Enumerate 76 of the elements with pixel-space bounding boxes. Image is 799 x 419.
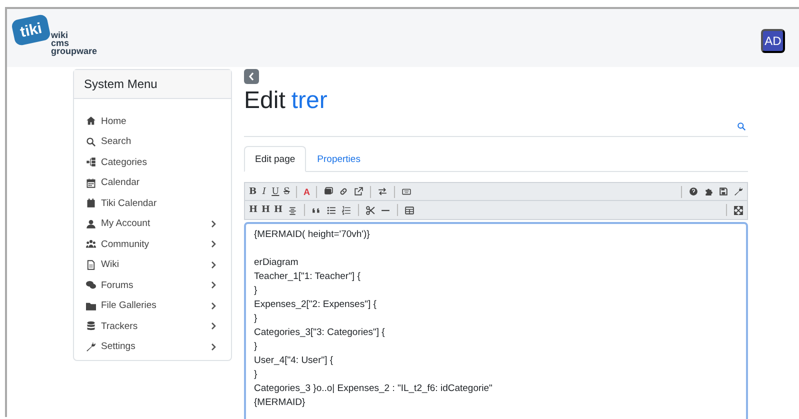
code-line: } xyxy=(254,312,258,326)
puzzle-icon[interactable] xyxy=(704,187,713,196)
chevron-right-icon[interactable] xyxy=(211,281,217,290)
code-line: {MERMAID} xyxy=(254,396,306,410)
home-icon xyxy=(86,116,96,126)
back-button[interactable] xyxy=(244,69,259,84)
menu-item[interactable]: Settings xyxy=(101,341,206,352)
menu-item[interactable]: My Account xyxy=(101,218,206,230)
chevron-right-icon[interactable] xyxy=(211,260,217,269)
menu-item[interactable]: Trackers xyxy=(101,320,206,332)
calendar-icon xyxy=(86,178,96,188)
database-icon xyxy=(86,321,96,332)
chevron-right-icon[interactable] xyxy=(211,240,217,248)
comments-icon xyxy=(86,280,96,290)
external-icon[interactable] xyxy=(354,187,364,196)
menu-item[interactable]: Home xyxy=(101,116,217,127)
help-icon[interactable] xyxy=(689,187,698,196)
code-line: Categories_3 }o..o| Expenses_2 : "IL_t2_f6: idCategorie" xyxy=(254,382,494,396)
format-button[interactable]: U xyxy=(270,184,280,198)
numlist-icon[interactable] xyxy=(342,206,351,214)
format-button[interactable]: A xyxy=(302,184,312,198)
quote-icon[interactable] xyxy=(312,206,321,214)
page-name: trer xyxy=(291,86,328,116)
menu-item[interactable]: Search xyxy=(101,136,217,148)
code-line: Teacher_1["1: Teacher"] { xyxy=(254,270,362,284)
users-icon xyxy=(86,239,96,250)
code-line: erDiagram xyxy=(254,256,300,270)
format-button[interactable]: B xyxy=(248,184,258,198)
format-button[interactable]: H xyxy=(260,203,272,217)
format-button[interactable]: S xyxy=(282,184,292,198)
search-icon[interactable] xyxy=(737,122,746,130)
menu-title: System Menu xyxy=(74,70,231,99)
menu-item[interactable]: Forums xyxy=(101,280,206,291)
code-line: {MERMAID( height='70vh')} xyxy=(254,228,371,242)
wrench-icon[interactable] xyxy=(734,187,743,196)
code-line: } xyxy=(254,368,258,382)
chevron-right-icon[interactable] xyxy=(211,342,217,351)
menu-item[interactable]: Tiki Calendar xyxy=(101,198,217,209)
menu-item[interactable]: File Galleries xyxy=(101,300,206,312)
code-line: } xyxy=(254,284,258,298)
fullscreen-icon[interactable] xyxy=(734,206,743,214)
chevron-right-icon[interactable] xyxy=(211,220,217,228)
format-button[interactable]: H xyxy=(248,203,259,217)
menu-item[interactable]: Calendar xyxy=(101,177,217,188)
chevron-right-icon[interactable] xyxy=(211,322,217,330)
user-avatar[interactable]: AD xyxy=(761,29,785,53)
table-icon[interactable] xyxy=(404,206,414,214)
link-icon[interactable] xyxy=(339,187,348,196)
code-line: Categories_3["3: Categories"] { xyxy=(254,326,386,340)
folder-icon xyxy=(86,300,96,311)
search-icon xyxy=(86,136,96,147)
menu-item[interactable]: Wiki xyxy=(101,259,206,270)
tree-icon xyxy=(86,157,96,168)
scissors-icon[interactable] xyxy=(366,206,375,214)
page-title: Edit xyxy=(244,86,286,116)
list-icon[interactable] xyxy=(326,206,336,214)
format-button[interactable]: I xyxy=(260,184,269,198)
save-icon[interactable] xyxy=(719,187,728,196)
chevron-left-icon xyxy=(248,72,255,81)
align-icon[interactable] xyxy=(288,206,297,214)
wrench-icon xyxy=(86,342,96,352)
swap-icon[interactable] xyxy=(378,187,388,196)
code-line: } xyxy=(254,340,258,354)
file-icon xyxy=(86,260,96,270)
user-icon xyxy=(86,218,96,229)
image-icon[interactable] xyxy=(324,187,334,196)
tab[interactable]: Properties xyxy=(306,146,372,172)
chevron-right-icon[interactable] xyxy=(211,302,217,310)
code-line: Expenses_2["2: Expenses"] { xyxy=(254,298,378,312)
menu-item[interactable]: Categories xyxy=(101,156,217,168)
keyboard-icon[interactable] xyxy=(402,187,412,196)
format-button[interactable]: H xyxy=(273,203,284,217)
menu-item[interactable]: Community xyxy=(101,238,206,250)
tab[interactable]: Edit page xyxy=(244,146,306,172)
code-line: User_4["4: User"] { xyxy=(254,354,334,368)
calendarsolid-icon xyxy=(86,198,96,208)
